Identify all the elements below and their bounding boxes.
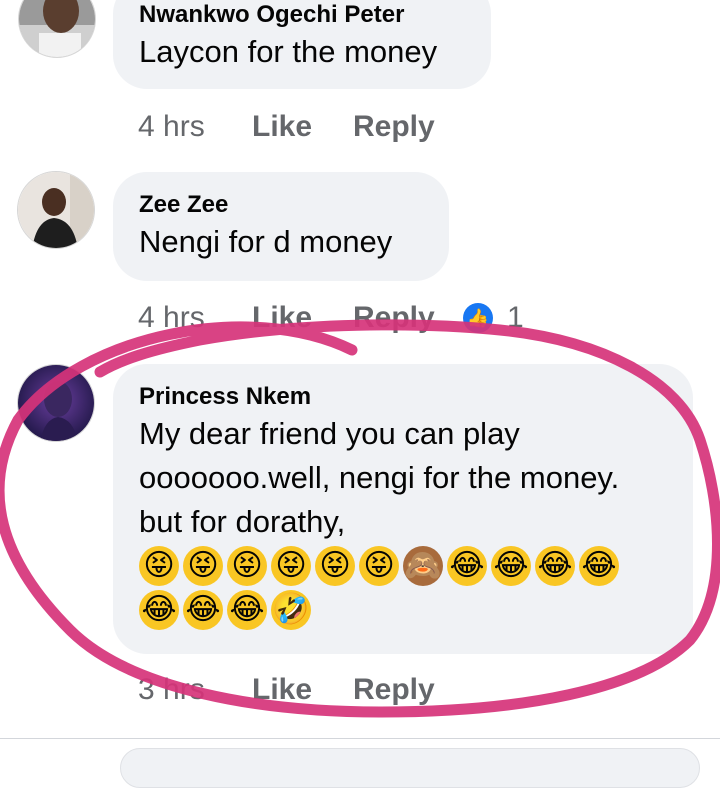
comment-author[interactable]: Zee Zee: [139, 190, 423, 220]
comment-timestamp[interactable]: 4 hrs: [138, 109, 252, 145]
rolling-on-floor-laughing-emoji-icon: 🤣: [271, 590, 311, 630]
comment-actions: 4 hrs Like Reply: [138, 109, 463, 145]
tears-of-joy-emoji-icon: 😂: [139, 590, 179, 630]
comment-input[interactable]: [120, 748, 700, 788]
comment-author[interactable]: Princess Nkem: [139, 382, 667, 412]
divider: [0, 738, 720, 739]
tears-of-joy-emoji-icon: 😂: [227, 590, 267, 630]
comment-bubble: Princess Nkem My dear friend you can pla…: [113, 364, 693, 654]
comment-actions: 3 hrs Like Reply: [138, 672, 463, 708]
see-no-evil-monkey-emoji-icon: 🙈: [403, 546, 443, 586]
avatar[interactable]: [17, 171, 95, 249]
avatar-photo-woman: [18, 172, 94, 248]
tongue-out-emoji-icon: 😝: [271, 546, 311, 586]
reaction-summary[interactable]: 👍 1: [463, 300, 524, 336]
reply-button[interactable]: Reply: [353, 109, 463, 145]
comment-bubble: Zee Zee Nengi for d money: [113, 172, 449, 281]
emoji-row: 😝 😝 😝 😝 😝 😝 🙈 😂 😂 😂 😂: [139, 544, 667, 588]
emoji-row: 😂 😂 😂 🤣: [139, 588, 667, 632]
comment-timestamp[interactable]: 3 hrs: [138, 672, 252, 708]
like-button[interactable]: Like: [252, 109, 353, 145]
tears-of-joy-emoji-icon: 😂: [447, 546, 487, 586]
reply-button[interactable]: Reply: [353, 672, 463, 708]
tears-of-joy-emoji-icon: 😂: [579, 546, 619, 586]
tears-of-joy-emoji-icon: 😂: [491, 546, 531, 586]
comment-author[interactable]: Nwankwo Ogechi Peter: [139, 0, 465, 30]
comment-text-line: but for dorathy,: [139, 504, 346, 539]
tongue-out-emoji-icon: 😝: [227, 546, 267, 586]
comment-actions: 4 hrs Like Reply 👍 1: [138, 300, 524, 336]
comment-text: Nengi for d money: [139, 224, 393, 259]
comment-text: Laycon for the money: [139, 34, 438, 69]
reply-button[interactable]: Reply: [353, 300, 463, 336]
avatar-photo-woman-purple: [18, 365, 94, 441]
avatar-photo-man: [19, 0, 95, 57]
avatar[interactable]: [18, 0, 96, 58]
like-button[interactable]: Like: [252, 300, 353, 336]
comment-bubble: Nwankwo Ogechi Peter Laycon for the mone…: [113, 0, 491, 89]
avatar[interactable]: [17, 364, 95, 442]
tongue-out-emoji-icon: 😝: [315, 546, 355, 586]
tears-of-joy-emoji-icon: 😂: [535, 546, 575, 586]
like-button[interactable]: Like: [252, 672, 353, 708]
tongue-out-emoji-icon: 😝: [183, 546, 223, 586]
tongue-out-emoji-icon: 😝: [359, 546, 399, 586]
tongue-out-emoji-icon: 😝: [139, 546, 179, 586]
comment-timestamp[interactable]: 4 hrs: [138, 300, 252, 336]
thumbs-up-icon: 👍: [463, 303, 493, 333]
comment-text-line: ooooooo.well, nengi for the money.: [139, 460, 620, 495]
tears-of-joy-emoji-icon: 😂: [183, 590, 223, 630]
comment-text-line: My dear friend you can play: [139, 416, 520, 451]
reaction-count: 1: [507, 301, 524, 334]
